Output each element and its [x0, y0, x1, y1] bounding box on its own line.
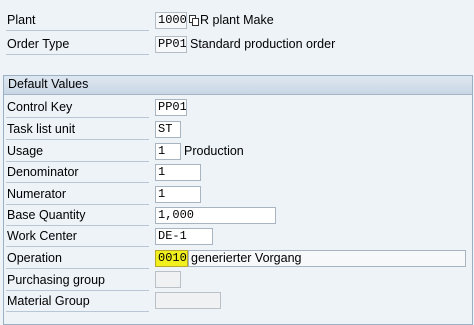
- material-group-label: Material Group: [7, 294, 90, 308]
- numerator-label: Numerator: [7, 187, 67, 201]
- usage-field[interactable]: 1: [155, 143, 181, 160]
- denominator-underline: [6, 182, 149, 183]
- operation-underline: [6, 268, 149, 269]
- task-list-unit-underline: [6, 139, 149, 140]
- task-list-unit-field[interactable]: ST: [155, 121, 181, 138]
- work-center-field[interactable]: DE-1: [155, 228, 213, 245]
- order-type-description: Standard production order: [190, 37, 336, 51]
- denominator-label: Denominator: [7, 165, 79, 179]
- plant-description: R plant Make: [200, 13, 274, 27]
- default-values-header: Default Values: [4, 76, 472, 95]
- order-type-label: Order Type: [7, 37, 70, 51]
- numerator-field[interactable]: 1: [155, 186, 201, 203]
- plant-field[interactable]: 1000: [155, 12, 187, 29]
- base-quantity-field[interactable]: 1,000: [155, 207, 276, 224]
- denominator-field[interactable]: 1: [155, 164, 201, 181]
- base-quantity-underline: [6, 225, 149, 226]
- control-key-field[interactable]: PP01: [155, 99, 187, 116]
- copy-icon[interactable]: [189, 15, 199, 26]
- purchasing-group-field[interactable]: [155, 271, 181, 288]
- purchasing-group-label: Purchasing group: [7, 273, 105, 287]
- operation-field[interactable]: 0010: [155, 250, 188, 267]
- order-type-field[interactable]: PP01: [155, 36, 187, 53]
- work-center-underline: [6, 246, 149, 247]
- material-group-underline: [6, 311, 149, 312]
- usage-description: Production: [184, 144, 244, 158]
- control-key-label: Control Key: [7, 100, 73, 114]
- work-center-label: Work Center: [7, 229, 77, 243]
- numerator-underline: [6, 204, 149, 205]
- plant-label-underline: [6, 30, 149, 31]
- order-type-label-underline: [6, 54, 149, 55]
- operation-description: generierter Vorgang: [188, 250, 466, 267]
- usage-underline: [6, 161, 149, 162]
- base-quantity-label: Base Quantity: [7, 208, 86, 222]
- operation-label: Operation: [7, 251, 62, 265]
- default-values-title: Default Values: [8, 77, 89, 91]
- control-key-underline: [6, 117, 149, 118]
- material-group-field[interactable]: [155, 292, 221, 309]
- plant-label: Plant: [7, 13, 36, 27]
- purchasing-group-underline: [6, 290, 149, 291]
- usage-label: Usage: [7, 144, 44, 158]
- task-list-unit-label: Task list unit: [7, 122, 76, 136]
